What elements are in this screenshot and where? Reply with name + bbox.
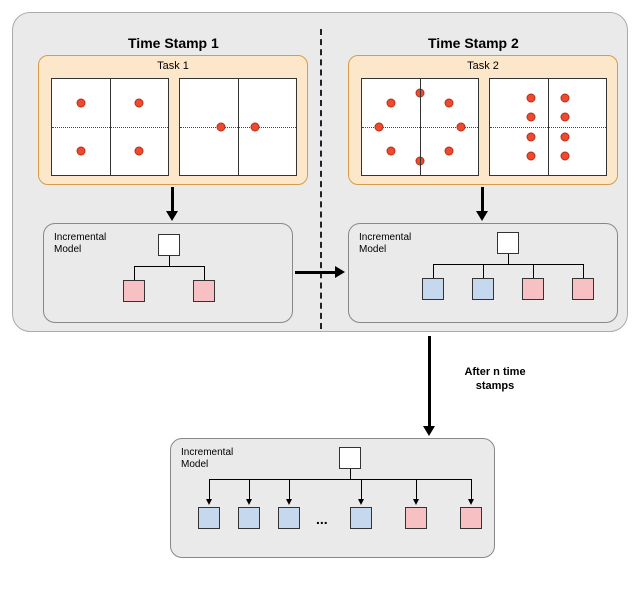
tree-edge <box>350 469 351 479</box>
data-point-icon <box>526 113 535 122</box>
model-box-final: Incremental Model ... <box>170 438 495 558</box>
tree-edge <box>416 479 417 493</box>
arrow-down-icon <box>358 499 364 505</box>
data-point-icon <box>416 156 425 165</box>
data-point-icon <box>445 99 454 108</box>
data-point-icon <box>251 123 260 132</box>
tree-edge <box>483 264 484 278</box>
tree-leaf-retained <box>278 507 300 529</box>
data-point-icon <box>77 147 86 156</box>
arrow-right-icon <box>335 266 345 278</box>
tree-root <box>158 234 180 256</box>
arrow-down-icon <box>413 499 419 505</box>
tree-edge <box>508 254 509 264</box>
task-2-example-1 <box>361 78 479 176</box>
model-2-label: Incremental Model <box>359 232 419 256</box>
data-point-icon <box>561 113 570 122</box>
data-point-icon <box>561 132 570 141</box>
tree-root <box>339 447 361 469</box>
arrow-model1-to-model2 <box>295 271 337 274</box>
arrow-down-icon <box>286 499 292 505</box>
tree-edge <box>209 479 210 493</box>
tree-leaf-new <box>193 280 215 302</box>
arrow-task2-to-model2 <box>481 187 484 213</box>
data-point-icon <box>135 147 144 156</box>
tree-edge <box>289 479 290 493</box>
data-point-icon <box>387 99 396 108</box>
tree-edge <box>361 479 362 493</box>
timestamp-1-label: Time Stamp 1 <box>128 35 219 51</box>
data-point-icon <box>526 94 535 103</box>
task-1-example-2 <box>179 78 297 176</box>
arrow-down-icon <box>206 499 212 505</box>
tree-leaf-new <box>460 507 482 529</box>
tree-leaf-retained <box>198 507 220 529</box>
model-final-label: Incremental Model <box>181 447 241 471</box>
tree-edge <box>433 264 434 278</box>
tree-edge <box>471 479 472 493</box>
task-1-label: Task 1 <box>39 60 307 72</box>
data-point-icon <box>526 151 535 160</box>
data-point-icon <box>216 123 225 132</box>
timestamp-2-label: Time Stamp 2 <box>428 35 519 51</box>
model-box-1: Incremental Model <box>43 223 293 323</box>
task-2-example-2 <box>489 78 607 176</box>
tree-leaf-retained <box>472 278 494 300</box>
data-point-icon <box>77 99 86 108</box>
tree-edge <box>169 256 170 266</box>
tree-edge <box>204 266 205 280</box>
arrow-task1-to-model1 <box>171 187 174 213</box>
data-point-icon <box>561 151 570 160</box>
model-1-label: Incremental Model <box>54 232 114 256</box>
arrow-down-icon <box>166 211 178 221</box>
tree-leaf-retained <box>422 278 444 300</box>
data-point-icon <box>135 99 144 108</box>
tree-leaf-retained <box>238 507 260 529</box>
model-box-2: Incremental Model <box>348 223 618 323</box>
tree-edge <box>433 264 583 265</box>
tree-leaf-new <box>522 278 544 300</box>
tree-edge <box>134 266 135 280</box>
arrow-down-icon <box>423 426 435 436</box>
timestamps-panel: Time Stamp 1 Time Stamp 2 Task 1 Task 2 <box>12 12 628 332</box>
data-point-icon <box>416 89 425 98</box>
ellipsis: ... <box>316 511 328 527</box>
timestamp-divider <box>320 29 322 329</box>
data-point-icon <box>387 147 396 156</box>
data-point-icon <box>445 147 454 156</box>
after-n-label: After n time stamps <box>445 365 545 393</box>
tree-edge <box>134 266 204 267</box>
task-1-example-1 <box>51 78 169 176</box>
task-1-box: Task 1 <box>38 55 308 185</box>
tree-leaf-new <box>572 278 594 300</box>
arrow-down-icon <box>246 499 252 505</box>
data-point-icon <box>456 123 465 132</box>
arrow-down-icon <box>468 499 474 505</box>
tree-leaf-new <box>123 280 145 302</box>
task-2-box: Task 2 <box>348 55 618 185</box>
arrow-model2-to-final <box>428 336 431 428</box>
tree-edge <box>249 479 250 493</box>
task-2-label: Task 2 <box>349 60 617 72</box>
data-point-icon <box>561 94 570 103</box>
tree-edge <box>533 264 534 278</box>
arrow-down-icon <box>476 211 488 221</box>
data-point-icon <box>526 132 535 141</box>
data-point-icon <box>375 123 384 132</box>
tree-edge <box>583 264 584 278</box>
tree-root <box>497 232 519 254</box>
tree-leaf-retained <box>350 507 372 529</box>
tree-leaf-new <box>405 507 427 529</box>
